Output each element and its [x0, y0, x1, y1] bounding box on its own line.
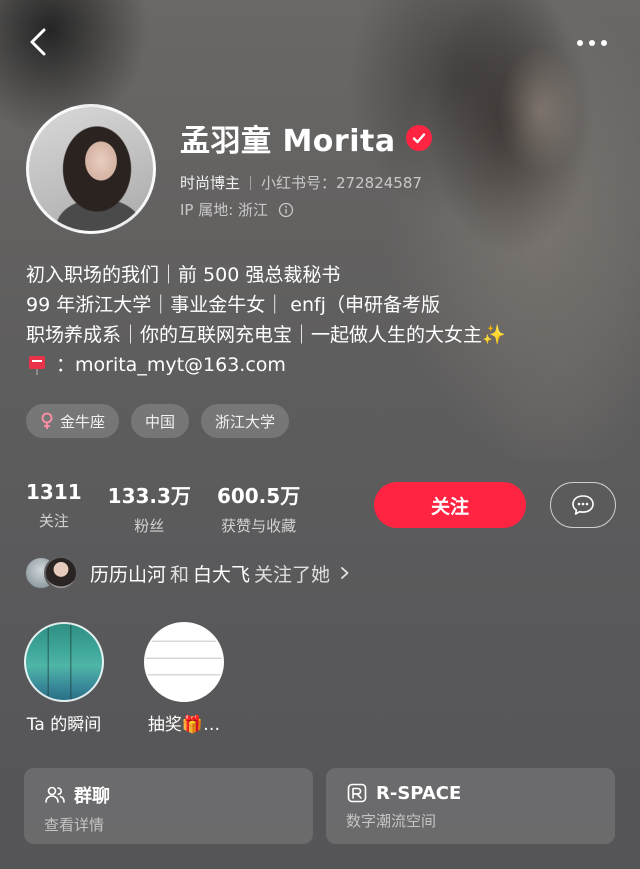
stat-likes-collects[interactable]: 600.5万 获赞与收藏	[217, 480, 300, 536]
highlights-row: Ta 的瞬间 抽奖🎁…	[24, 622, 224, 735]
ip-location-row: IP 属地: 浙江	[180, 199, 294, 220]
stat-value: 1311	[26, 480, 82, 504]
card-title: 群聊	[74, 786, 110, 807]
bio-email-line: ：morita_myt@163.com	[26, 350, 506, 380]
mutual-suffix: 关注了她	[254, 563, 331, 586]
info-icon[interactable]	[278, 202, 294, 218]
mutual-followers[interactable]: 历历山河 和 白大飞 关注了她	[24, 556, 352, 590]
contact-email: ：morita_myt@163.com	[56, 354, 286, 376]
group-chat-card[interactable]: 群聊 查看详情	[24, 768, 313, 844]
mutual-text: 历历山河 和 白大飞 关注了她	[90, 560, 330, 587]
more-dots-icon	[577, 40, 607, 46]
highlight-lottery[interactable]: 抽奖🎁…	[144, 622, 224, 735]
bio-line: 职场养成系｜你的互联网充电宝｜一起做人生的大女主✨	[26, 324, 506, 346]
avatar[interactable]	[26, 104, 156, 234]
tag-school[interactable]: 浙江大学	[201, 404, 290, 438]
r-space-card[interactable]: R-SPACE 数字潮流空间	[326, 768, 615, 844]
chevron-left-icon	[30, 28, 46, 56]
highlight-moments[interactable]: Ta 的瞬间	[24, 622, 104, 735]
follow-button[interactable]: 关注	[374, 482, 526, 528]
redbook-id[interactable]: 小红书号：272824587	[261, 172, 422, 193]
chevron-right-icon	[341, 567, 349, 579]
profile-meta: 时尚博主 小红书号：272824587	[180, 172, 422, 193]
r-space-icon	[347, 783, 367, 803]
tag-label: 中国	[145, 412, 176, 431]
card-title-row: R-SPACE	[346, 782, 595, 804]
mutual-conjunction: 和	[170, 563, 190, 586]
ip-location: IP 属地: 浙江	[180, 201, 269, 219]
check-icon	[412, 133, 425, 144]
card-subtitle: 查看详情	[44, 816, 105, 834]
stats-row: 1311 关注 133.3万 粉丝 600.5万 获赞与收藏	[26, 480, 300, 536]
avatar	[44, 556, 78, 590]
highlight-label: Ta 的瞬间	[26, 715, 102, 735]
tag-country[interactable]: 中国	[131, 404, 190, 438]
profile-category: 时尚博主	[180, 174, 241, 192]
profile-name: 孟羽童 Morita	[180, 124, 396, 159]
postbox-icon	[29, 356, 45, 375]
card-title: R-SPACE	[376, 782, 462, 804]
tag-label: 浙江大学	[215, 412, 276, 431]
mutual-name: 历历山河	[90, 563, 167, 586]
mutual-name: 白大飞	[193, 563, 251, 586]
bio-line: 99 年浙江大学｜事业金牛女｜ enfj（申研备考版	[26, 294, 440, 316]
tag-label: 金牛座	[60, 412, 106, 431]
message-button[interactable]	[550, 482, 616, 528]
back-button[interactable]	[22, 22, 58, 62]
female-icon	[41, 412, 53, 429]
bio-line: 初入职场的我们｜前 500 强总裁秘书	[26, 264, 341, 286]
tag-list: 金牛座 中国 浙江大学	[26, 404, 290, 438]
profile-header: 孟羽童 Morita	[180, 116, 432, 160]
stat-label: 获赞与收藏	[221, 517, 297, 535]
highlight-cover	[24, 622, 104, 702]
card-title-row: 群聊	[44, 782, 293, 808]
group-chat-icon	[45, 786, 65, 803]
verified-badge	[405, 125, 432, 151]
bio: 初入职场的我们｜前 500 强总裁秘书 99 年浙江大学｜事业金牛女｜ enfj…	[26, 260, 506, 380]
stat-following[interactable]: 1311 关注	[26, 480, 82, 536]
card-subtitle: 数字潮流空间	[346, 812, 437, 830]
stat-value: 600.5万	[216, 484, 301, 508]
highlight-label: 抽奖🎁…	[147, 715, 221, 735]
stat-value: 133.3万	[107, 484, 191, 508]
tag-zodiac[interactable]: 金牛座	[26, 404, 120, 438]
mutual-avatars	[24, 556, 80, 590]
cover-photo	[420, 0, 640, 460]
chat-bubble-icon	[572, 495, 594, 515]
more-options-button[interactable]	[572, 28, 616, 58]
meta-divider	[250, 175, 252, 190]
stat-followers[interactable]: 133.3万 粉丝	[108, 480, 191, 536]
highlight-cover	[144, 622, 224, 702]
stat-label: 关注	[38, 512, 69, 530]
stat-label: 粉丝	[134, 517, 165, 535]
